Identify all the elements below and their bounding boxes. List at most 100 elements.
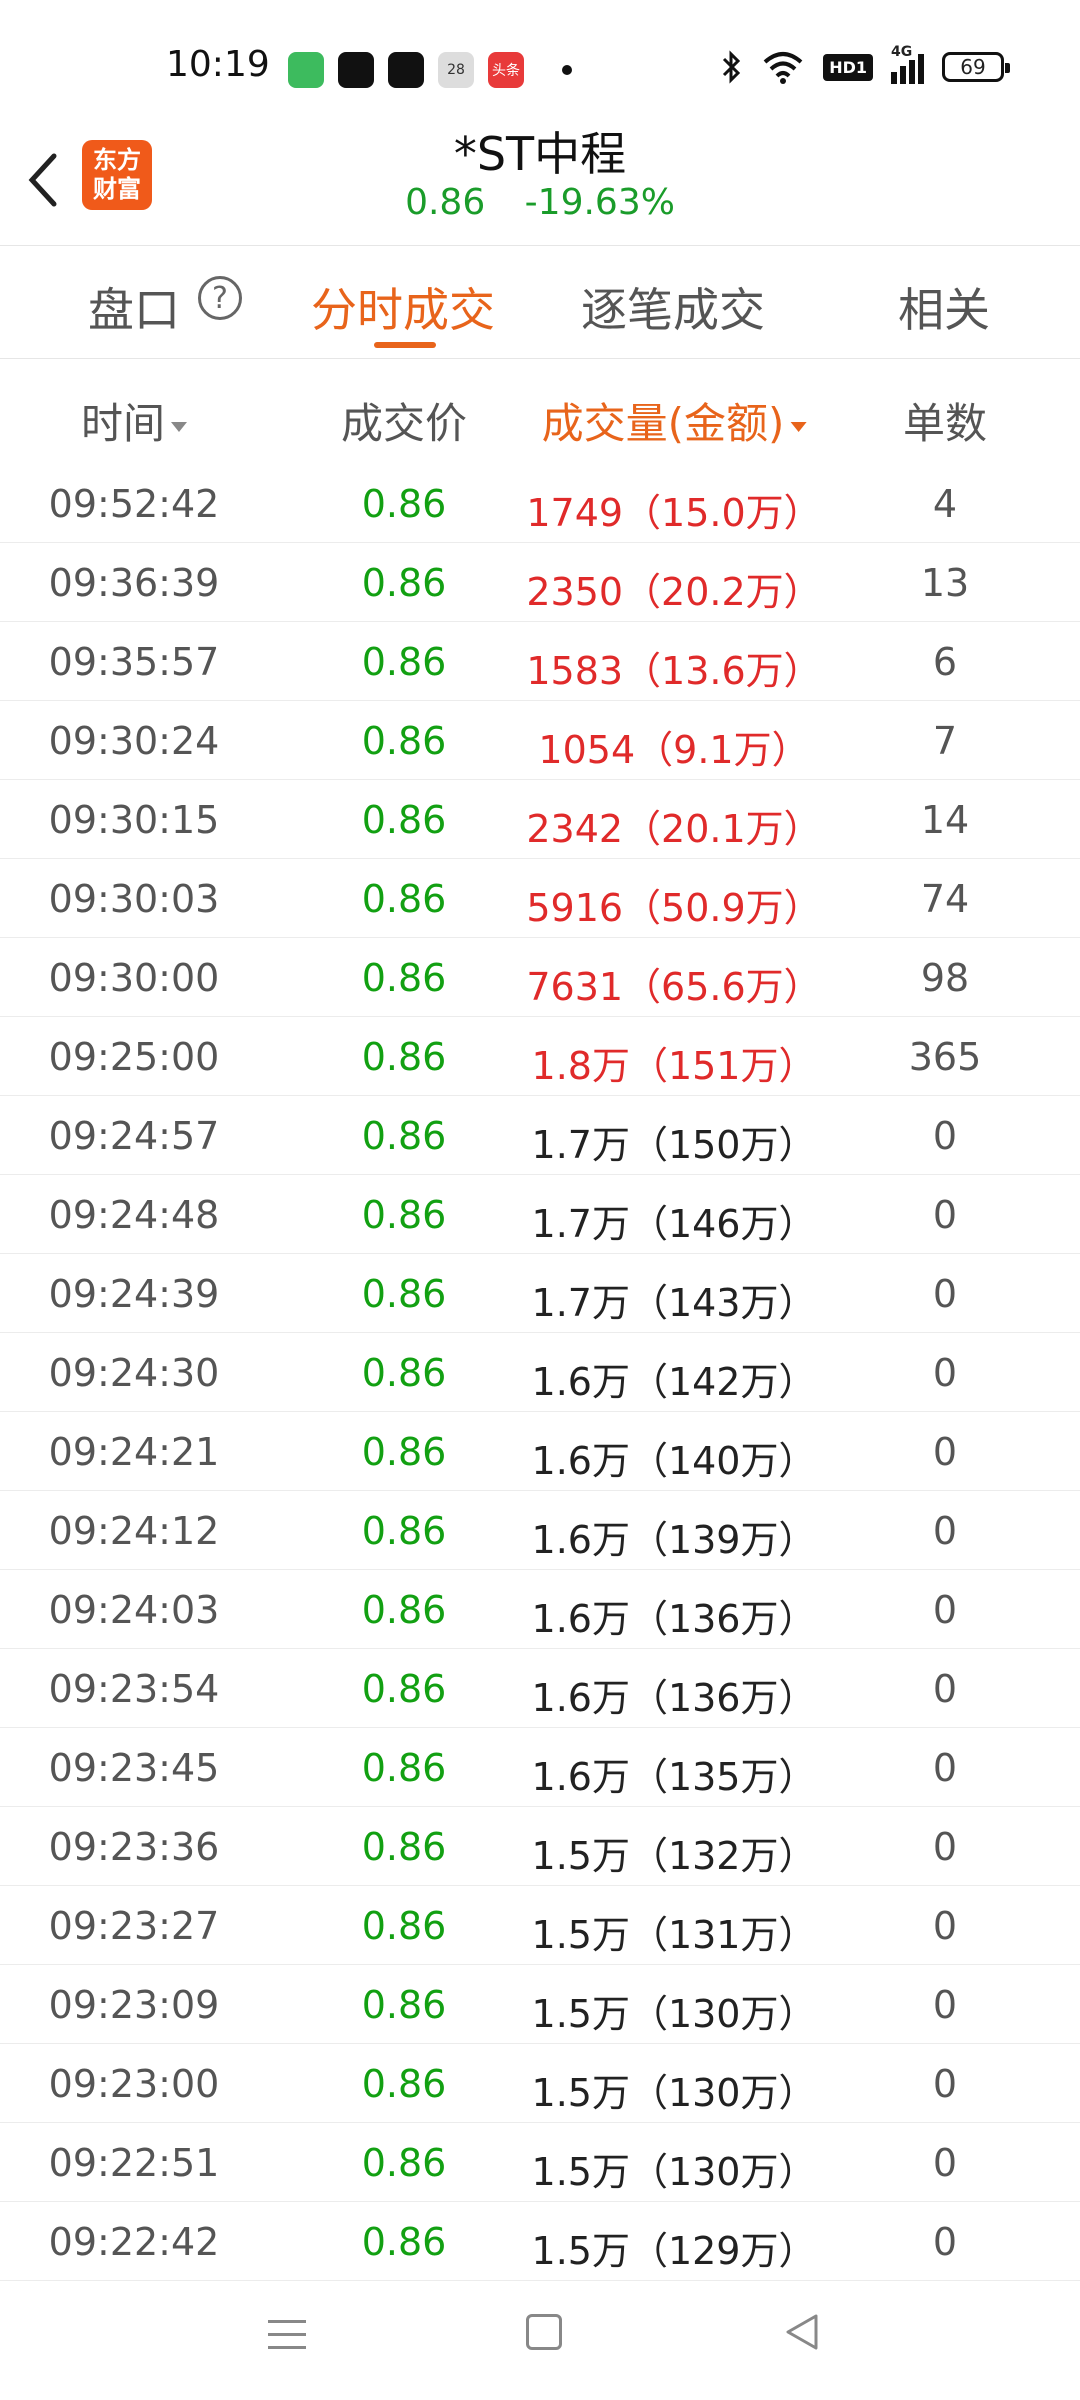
trade-time: 09:24:21 xyxy=(48,1430,220,1474)
trade-volume: 1749（15.0万） xyxy=(526,491,822,535)
trade-price: 0.86 xyxy=(361,1114,447,1158)
tab-fenshi-trades[interactable]: 分时成交 xyxy=(311,274,495,340)
trade-price: 0.86 xyxy=(361,482,447,526)
trade-volume: 1.6万（140万） xyxy=(531,1439,817,1483)
trade-time: 09:23:09 xyxy=(48,1983,220,2027)
trade-volume: 1.5万（130万） xyxy=(531,1992,817,2036)
stock-price: 0.86 xyxy=(405,182,486,223)
trade-volume: 1.5万（130万） xyxy=(531,2150,817,2194)
trade-price: 0.86 xyxy=(361,1746,447,1790)
table-row[interactable]: 09:22:42 0.86 1.5万（129万） 0 xyxy=(0,2202,1080,2281)
table-row[interactable]: 09:23:09 0.86 1.5万（130万） 0 xyxy=(0,1965,1080,2044)
trade-count: 365 xyxy=(908,1035,982,1079)
trade-count: 13 xyxy=(920,561,970,605)
trade-time: 09:30:24 xyxy=(48,719,220,763)
trade-price: 0.86 xyxy=(361,1351,447,1395)
trade-list: 09:52:42 0.86 1749（15.0万） 4 09:36:39 0.86 2350… xyxy=(0,464,1080,2281)
trade-count: 0 xyxy=(932,1746,958,1790)
network-type-label: 4G xyxy=(891,44,913,60)
trade-count: 0 xyxy=(932,1825,958,1869)
trade-volume: 5916（50.9万） xyxy=(526,886,822,930)
trade-count: 0 xyxy=(932,1272,958,1316)
table-row[interactable]: 09:25:00 0.86 1.8万（151万） 365 xyxy=(0,1017,1080,1096)
header-count: 单数 xyxy=(902,399,988,448)
table-row[interactable]: 09:35:57 0.86 1583（13.6万） 6 xyxy=(0,622,1080,701)
table-row[interactable]: 09:30:15 0.86 2342（20.1万） 14 xyxy=(0,780,1080,859)
sort-caret-icon xyxy=(790,421,807,432)
trade-time: 09:24:48 xyxy=(48,1193,220,1237)
bluetooth-icon xyxy=(723,50,741,84)
trade-time: 09:23:36 xyxy=(48,1825,220,1869)
trade-time: 09:24:03 xyxy=(48,1588,220,1632)
header-price: 成交价 xyxy=(340,399,468,448)
table-row[interactable]: 09:22:51 0.86 1.5万（130万） 0 xyxy=(0,2123,1080,2202)
trade-volume: 1054（9.1万） xyxy=(538,728,810,772)
battery-level: 69 xyxy=(960,55,986,79)
trade-volume: 1.5万（129万） xyxy=(531,2229,817,2273)
trade-time: 09:24:57 xyxy=(48,1114,220,1158)
trade-price: 0.86 xyxy=(361,1272,447,1316)
header-time-label: 时间 xyxy=(80,399,166,448)
trade-time: 09:22:51 xyxy=(48,2141,220,2185)
table-row[interactable]: 09:36:39 0.86 2350（20.2万） 13 xyxy=(0,543,1080,622)
trade-price: 0.86 xyxy=(361,1509,447,1553)
trade-price: 0.86 xyxy=(361,1983,447,2027)
trade-count: 0 xyxy=(932,2141,958,2185)
trade-price: 0.86 xyxy=(361,2220,447,2264)
trade-time: 09:23:45 xyxy=(48,1746,220,1790)
table-row[interactable]: 09:24:30 0.86 1.6万（142万） 0 xyxy=(0,1333,1080,1412)
header-volume[interactable]: 成交量(金额) xyxy=(542,390,807,451)
table-row[interactable]: 09:24:21 0.86 1.6万（140万） 0 xyxy=(0,1412,1080,1491)
table-row[interactable]: 09:23:00 0.86 1.5万（130万） 0 xyxy=(0,2044,1080,2123)
table-row[interactable]: 09:30:00 0.86 7631（65.6万） 98 xyxy=(0,938,1080,1017)
trade-volume: 1.6万（136万） xyxy=(531,1676,817,1720)
trade-count: 0 xyxy=(932,1667,958,1711)
trade-time: 09:23:27 xyxy=(48,1904,220,1948)
trade-count: 0 xyxy=(932,1904,958,1948)
table-row[interactable]: 09:24:48 0.86 1.7万（146万） 0 xyxy=(0,1175,1080,1254)
menu-icon[interactable] xyxy=(268,2320,306,2359)
trade-volume: 1.6万（139万） xyxy=(531,1518,817,1562)
trade-volume: 7631（65.6万） xyxy=(526,965,822,1009)
trade-price: 0.86 xyxy=(361,561,447,605)
table-row[interactable]: 09:30:03 0.86 5916（50.9万） 74 xyxy=(0,859,1080,938)
table-row[interactable]: 09:24:03 0.86 1.6万（136万） 0 xyxy=(0,1570,1080,1649)
back-triangle-icon[interactable] xyxy=(782,2312,822,2352)
table-row[interactable]: 09:23:36 0.86 1.5万（132万） 0 xyxy=(0,1807,1080,1886)
trade-time: 09:30:03 xyxy=(48,877,220,921)
trade-count: 0 xyxy=(932,2062,958,2106)
table-row[interactable]: 09:24:57 0.86 1.7万（150万） 0 xyxy=(0,1096,1080,1175)
trade-volume: 1.6万（142万） xyxy=(531,1360,817,1404)
wechat-icon xyxy=(338,52,374,88)
trade-price: 0.86 xyxy=(361,798,447,842)
trade-time: 09:24:12 xyxy=(48,1509,220,1553)
trade-volume: 1.5万（132万） xyxy=(531,1834,817,1878)
stock-name: *ST中程 xyxy=(453,127,627,181)
header-time[interactable]: 时间 xyxy=(80,390,188,451)
trade-volume: 1.6万（135万） xyxy=(531,1755,817,1799)
trade-volume: 1.8万（151万） xyxy=(531,1044,817,1088)
table-row[interactable]: 09:24:12 0.86 1.6万（139万） 0 xyxy=(0,1491,1080,1570)
trade-count: 0 xyxy=(932,1430,958,1474)
notification-icons: 28 头条 xyxy=(288,52,572,88)
system-icons: HD1 4G 69 xyxy=(721,44,1010,84)
header-volume-label: 成交量(金额) xyxy=(541,399,785,448)
trade-count: 7 xyxy=(932,719,958,763)
help-icon[interactable]: ? xyxy=(198,276,242,320)
message-app-icon xyxy=(288,52,324,88)
table-row[interactable]: 09:52:42 0.86 1749（15.0万） 4 xyxy=(0,464,1080,543)
trade-count: 0 xyxy=(932,2220,958,2264)
table-row[interactable]: 09:23:54 0.86 1.6万（136万） 0 xyxy=(0,1649,1080,1728)
trade-price: 0.86 xyxy=(361,1667,447,1711)
trade-volume: 1.5万（131万） xyxy=(531,1913,817,1957)
table-row[interactable]: 09:23:27 0.86 1.5万（131万） 0 xyxy=(0,1886,1080,1965)
home-icon[interactable] xyxy=(526,2314,562,2350)
trade-count: 98 xyxy=(920,956,970,1000)
table-row[interactable]: 09:23:45 0.86 1.6万（135万） 0 xyxy=(0,1728,1080,1807)
trade-volume: 1.7万（146万） xyxy=(531,1202,817,1246)
table-row[interactable]: 09:24:39 0.86 1.7万（143万） 0 xyxy=(0,1254,1080,1333)
tab-related[interactable]: 相关 xyxy=(898,274,990,340)
tab-tick-trades[interactable]: 逐笔成交 xyxy=(581,274,765,340)
tab-pankou[interactable]: 盘口 xyxy=(88,274,180,340)
table-row[interactable]: 09:30:24 0.86 1054（9.1万） 7 xyxy=(0,701,1080,780)
